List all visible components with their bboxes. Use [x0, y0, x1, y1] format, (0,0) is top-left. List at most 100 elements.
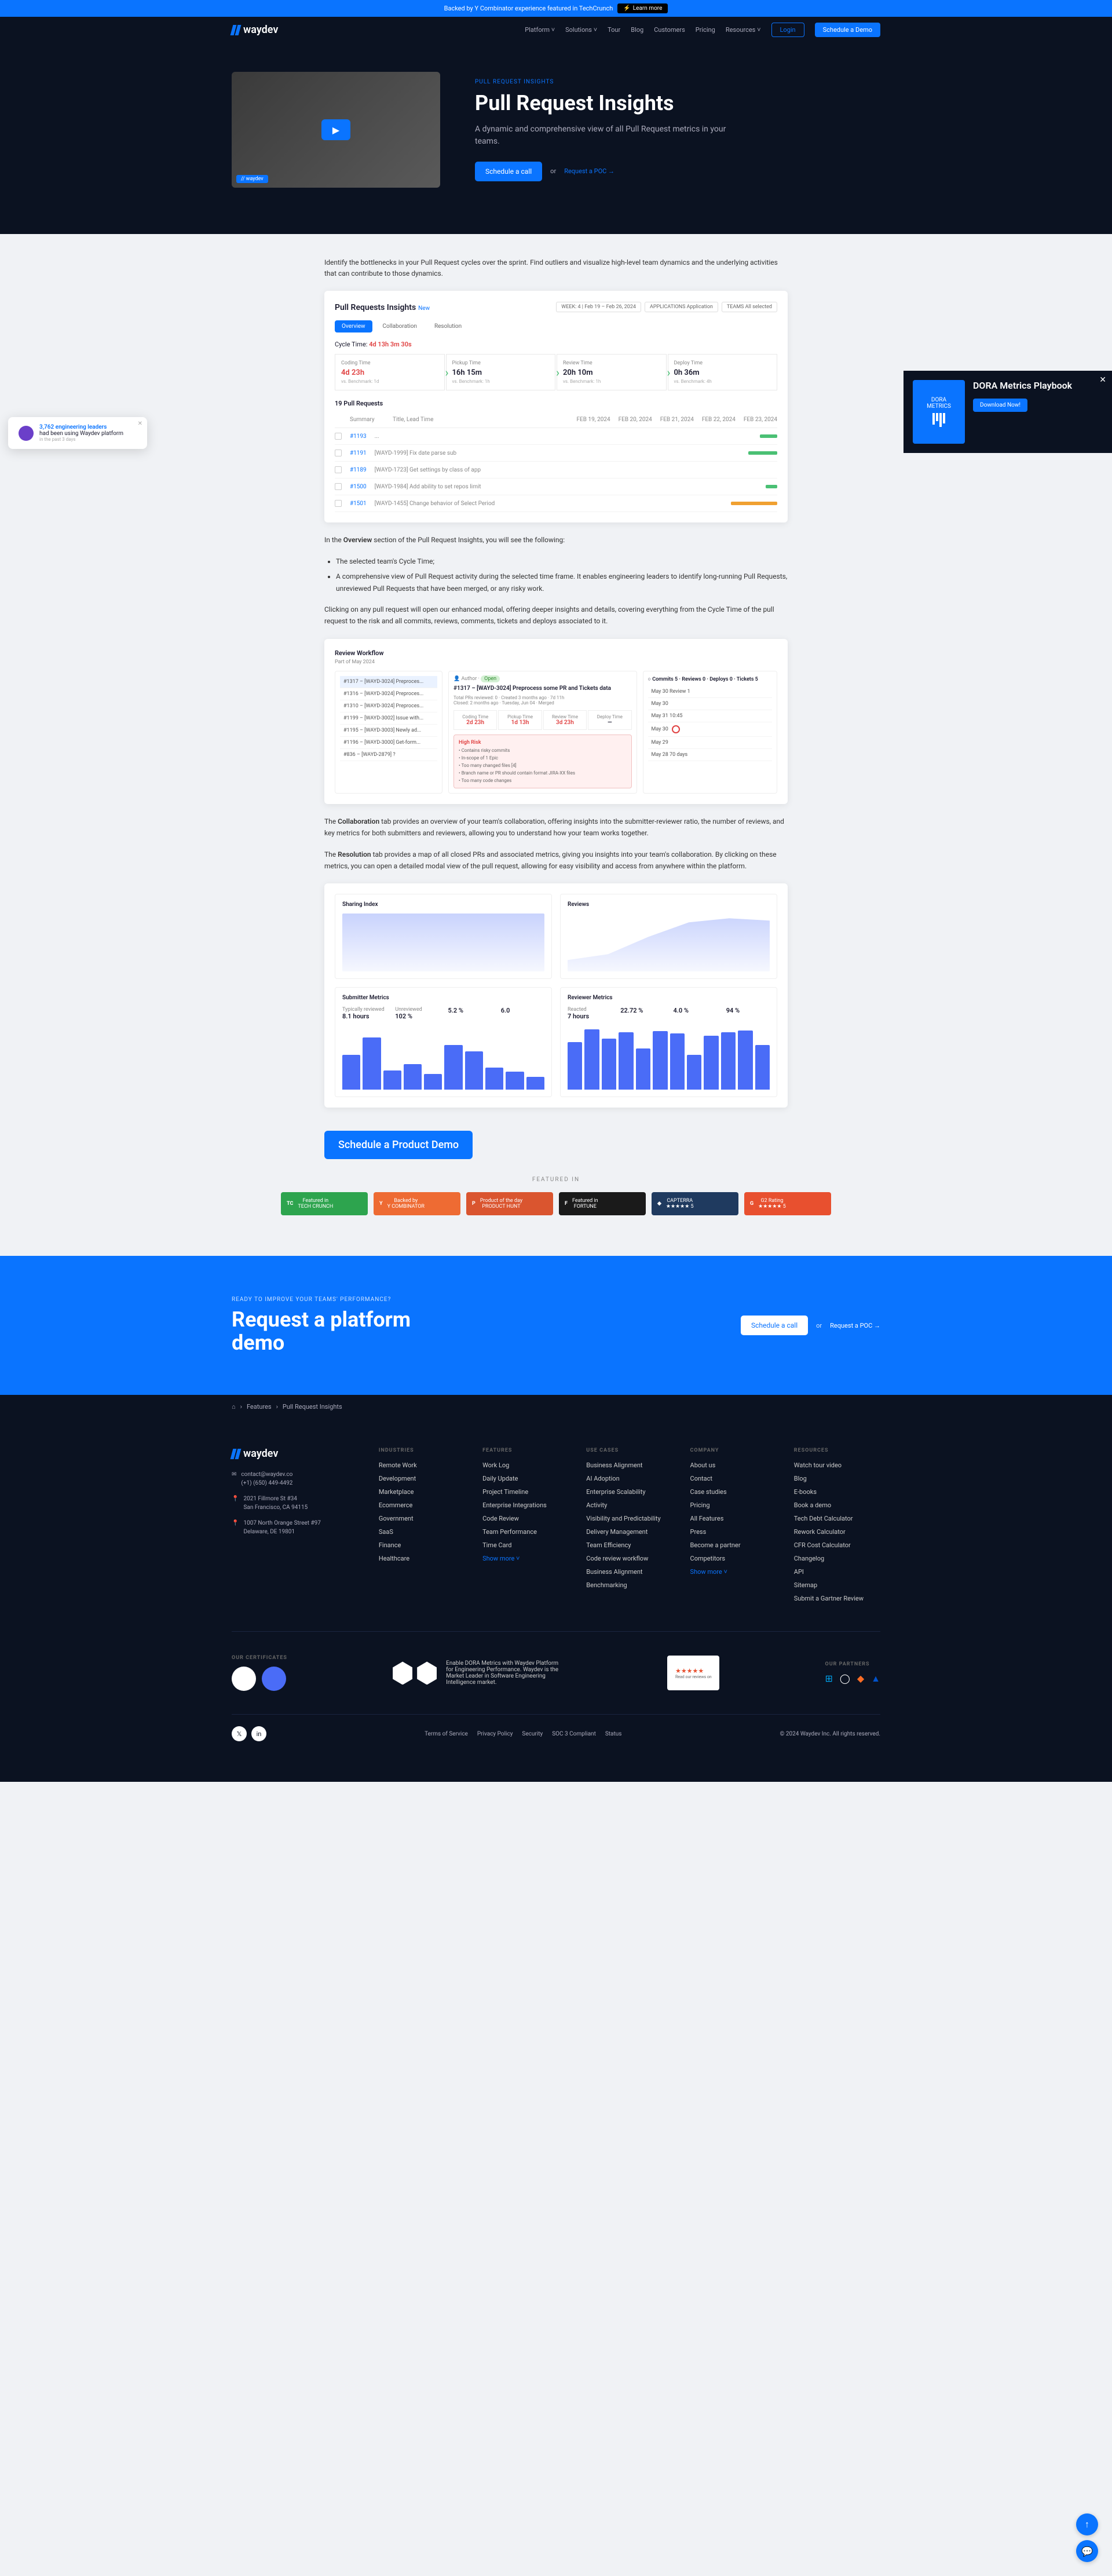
footer-link[interactable]: Enterprise Integrations [482, 1501, 569, 1509]
login-button[interactable]: Login [771, 23, 804, 37]
table-row[interactable]: #1193... [335, 428, 777, 445]
footer-link[interactable]: Tech Debt Calculator [794, 1515, 880, 1522]
show-more-link[interactable]: Show more ˅ [690, 1568, 777, 1576]
badge-fortune[interactable]: FFeatured inFORTUNE [559, 1192, 646, 1215]
footer-link[interactable]: AI Adoption [586, 1475, 672, 1482]
play-icon[interactable]: ▶ [321, 119, 350, 140]
footer-link[interactable]: Marketplace [379, 1488, 465, 1496]
close-icon[interactable]: ✕ [1099, 375, 1106, 385]
contact-email[interactable]: contact@waydev.co [241, 1470, 292, 1479]
footer-link[interactable]: Team Efficiency [586, 1541, 672, 1549]
footer-link[interactable]: Visibility and Predictability [586, 1515, 672, 1522]
download-button[interactable]: Download Now! [973, 399, 1027, 412]
footer-link[interactable]: API [794, 1568, 880, 1576]
table-row[interactable]: #1189[WAYD-1723] Get settings by class o… [335, 462, 777, 478]
badge-g2[interactable]: GG2 Rating★★★★★ 5 [744, 1192, 831, 1215]
nav-platform[interactable]: Platform ˅ [525, 26, 555, 34]
badge-techcrunch[interactable]: TCFeatured inTECH CRUNCH [281, 1192, 368, 1215]
footer-link[interactable]: Code review workflow [586, 1555, 672, 1562]
legal-link[interactable]: Terms of Service [425, 1731, 468, 1737]
contact-phone[interactable]: (+1) (650) 449-4492 [241, 1479, 292, 1488]
legal-link[interactable]: Security [522, 1731, 543, 1737]
footer-link[interactable]: Business Alignment [586, 1461, 672, 1469]
home-icon[interactable]: ⌂ [232, 1403, 236, 1411]
legal-link[interactable]: Status [605, 1731, 622, 1737]
footer-link[interactable]: SaaS [379, 1528, 465, 1536]
table-row[interactable]: #1191[WAYD-1999] Fix date parse sub [335, 445, 777, 462]
badge-capterra[interactable]: ◆CAPTERRA★★★★★ 5 [652, 1192, 738, 1215]
nav-pricing[interactable]: Pricing [696, 26, 715, 34]
nav-resources[interactable]: Resources ˅ [726, 26, 761, 34]
table-row[interactable]: #1501[WAYD-1455] Change behavior of Sele… [335, 495, 777, 512]
footer-link[interactable]: Ecommerce [379, 1501, 465, 1509]
footer-link[interactable]: About us [690, 1461, 777, 1469]
footer-link[interactable]: Government [379, 1515, 465, 1522]
footer-link[interactable]: Pricing [690, 1501, 777, 1509]
tab-overview[interactable]: Overview [335, 320, 372, 332]
tab-collaboration[interactable]: Collaboration [376, 320, 424, 332]
footer-link[interactable]: Rework Calculator [794, 1528, 880, 1536]
badge-yc[interactable]: YBacked byY COMBINATOR [374, 1192, 460, 1215]
chat-button[interactable]: 💬 [1076, 2540, 1098, 2562]
footer-link[interactable]: Case studies [690, 1488, 777, 1496]
footer-link[interactable]: Changelog [794, 1555, 880, 1562]
footer-link[interactable]: Sitemap [794, 1581, 880, 1589]
footer-link[interactable]: Enterprise Scalability [586, 1488, 672, 1496]
microsoft-icon[interactable]: ⊞ [825, 1673, 833, 1685]
footer-link[interactable]: CFR Cost Calculator [794, 1541, 880, 1549]
footer-link[interactable]: Activity [586, 1501, 672, 1509]
footer-link[interactable]: Become a partner [690, 1541, 777, 1549]
footer-link[interactable]: Project Timeline [482, 1488, 569, 1496]
footer-link[interactable]: Remote Work [379, 1461, 465, 1469]
footer-link[interactable]: Blog [794, 1475, 880, 1482]
footer-link[interactable]: Work Log [482, 1461, 569, 1469]
nav-customers[interactable]: Customers [654, 26, 685, 34]
badge-producthunt[interactable]: PProduct of the dayPRODUCT HUNT [466, 1192, 553, 1215]
g2-reviews-badge[interactable]: ★★★★★Read our reviews on [667, 1656, 719, 1690]
nav-blog[interactable]: Blog [631, 26, 643, 34]
footer-logo[interactable]: waydev [232, 1448, 361, 1460]
github-icon[interactable]: ◯ [840, 1673, 850, 1685]
footer-link[interactable]: Finance [379, 1541, 465, 1549]
cta-poc-link[interactable]: Request a POC → [830, 1322, 880, 1329]
cta-schedule-button[interactable]: Schedule a call [741, 1316, 808, 1335]
breadcrumb-features[interactable]: Features [247, 1403, 272, 1411]
footer-link[interactable]: Development [379, 1475, 465, 1482]
schedule-product-demo-button[interactable]: Schedule a Product Demo [324, 1131, 473, 1159]
scroll-top-button[interactable]: ↑ [1076, 2513, 1098, 2535]
footer-link[interactable]: Press [690, 1528, 777, 1536]
twitter-icon[interactable]: 𝕏 [232, 1726, 247, 1741]
footer-link[interactable]: Team Performance [482, 1528, 569, 1536]
footer-link[interactable]: Healthcare [379, 1555, 465, 1562]
footer-link[interactable]: Daily Update [482, 1475, 569, 1482]
logo[interactable]: waydev [232, 24, 278, 36]
close-icon[interactable]: ✕ [138, 421, 142, 427]
footer-link[interactable]: Competitors [690, 1555, 777, 1562]
video-thumbnail[interactable]: ▶ // waydev [232, 72, 440, 188]
footer-link[interactable]: Book a demo [794, 1501, 880, 1509]
footer-link[interactable]: Watch tour video [794, 1461, 880, 1469]
footer-link[interactable]: E-books [794, 1488, 880, 1496]
request-poc-link[interactable]: Request a POC → [564, 167, 614, 175]
footer-link[interactable]: Benchmarking [586, 1581, 672, 1589]
footer-link[interactable]: Submit a Gartner Review [794, 1595, 880, 1602]
schedule-demo-button[interactable]: Schedule a Demo [815, 23, 880, 37]
show-more-link[interactable]: Show more ˅ [482, 1555, 569, 1562]
gitlab-icon[interactable]: ◆ [857, 1673, 864, 1685]
footer-link[interactable]: Code Review [482, 1515, 569, 1522]
schedule-call-button[interactable]: Schedule a call [475, 162, 542, 181]
footer-link[interactable]: Delivery Management [586, 1528, 672, 1536]
nav-tour[interactable]: Tour [608, 26, 620, 34]
footer-link[interactable]: Contact [690, 1475, 777, 1482]
atlassian-icon[interactable]: ▲ [871, 1673, 880, 1685]
legal-link[interactable]: Privacy Policy [477, 1731, 513, 1737]
footer-link[interactable]: Time Card [482, 1541, 569, 1549]
linkedin-icon[interactable]: in [251, 1726, 266, 1741]
footer-link[interactable]: All Features [690, 1515, 777, 1522]
legal-link[interactable]: SOC 3 Compliant [552, 1731, 596, 1737]
learn-more-button[interactable]: ⚡ Learn more [617, 3, 668, 13]
nav-solutions[interactable]: Solutions ˅ [565, 26, 597, 34]
footer-link[interactable]: Business Alignment [586, 1568, 672, 1576]
table-row[interactable]: #1500[WAYD-1984] Add ability to set repo… [335, 478, 777, 495]
tab-resolution[interactable]: Resolution [427, 320, 469, 332]
